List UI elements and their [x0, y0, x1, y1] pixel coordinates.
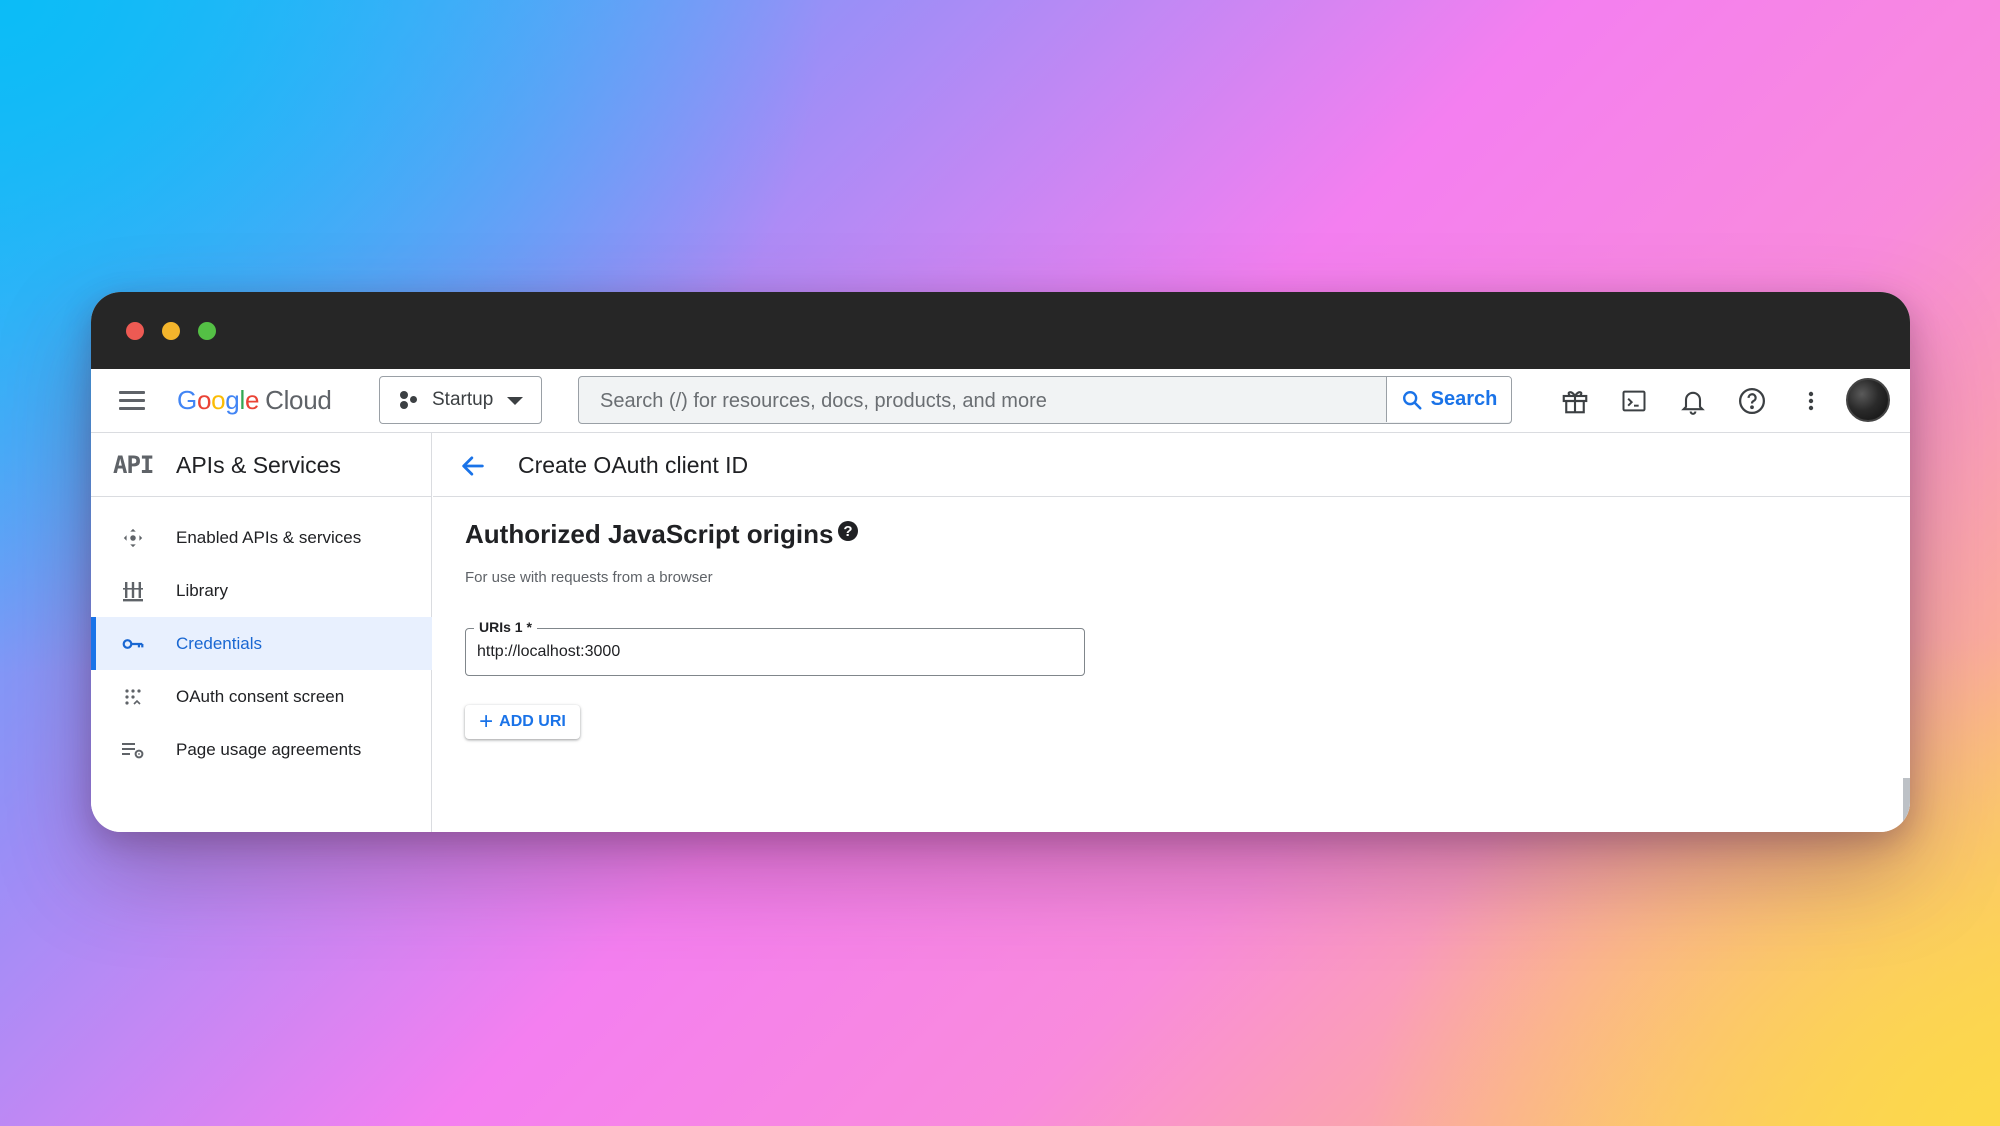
project-selector[interactable]: Startup	[379, 376, 542, 424]
logo-letter: o	[196, 385, 212, 415]
sidebar-item-label: OAuth consent screen	[176, 687, 345, 706]
sidebar-item-label: Library	[176, 581, 228, 600]
sidebar-item-label: Enabled APIs & services	[176, 528, 362, 547]
page-header: Create OAuth client ID	[433, 433, 1910, 497]
logo-letter: G	[177, 385, 197, 415]
sidebar-item-library[interactable]: Library	[91, 564, 432, 617]
sidebar-item-label: Page usage agreements	[176, 740, 362, 759]
project-icon	[398, 389, 420, 411]
uri-field[interactable]: URIs 1 * http://localhost:3000	[465, 619, 1085, 676]
search-input[interactable]: Search (/) for resources, docs, products…	[600, 390, 1047, 413]
hamburger-menu-icon[interactable]	[119, 389, 147, 413]
cloud-shell-icon[interactable]	[1618, 385, 1650, 417]
sidebar-item-oauth-consent[interactable]: OAuth consent screen	[91, 670, 432, 723]
gift-icon[interactable]	[1559, 385, 1591, 417]
google-cloud-logo[interactable]: Google Cloud	[177, 385, 332, 416]
window-titlebar	[91, 292, 1910, 369]
scrollbar[interactable]	[1903, 778, 1910, 832]
section-hint: For use with requests from a browser	[465, 569, 713, 586]
search-button-label: Search	[1430, 388, 1498, 410]
sidebar-title: APIs & Services	[176, 452, 341, 478]
maximize-window-button[interactable]	[198, 322, 216, 340]
consent-icon	[121, 685, 145, 709]
enabled-apis-icon	[121, 526, 145, 550]
section-title: Authorized JavaScript origins	[465, 519, 834, 549]
logo-letter: o	[211, 385, 226, 415]
sidebar-item-label: Credentials	[176, 634, 262, 653]
key-icon	[121, 632, 145, 656]
uri-field-label: URIs 1 *	[474, 619, 537, 635]
settings-list-icon	[121, 738, 145, 762]
logo-product-name: Cloud	[265, 385, 332, 415]
sidebar-item-credentials[interactable]: Credentials	[91, 617, 432, 670]
project-name: Startup	[432, 389, 494, 410]
main-content: Create OAuth client ID Authorized JavaSc…	[433, 433, 1910, 832]
search-button[interactable]: Search	[1386, 377, 1511, 422]
top-app-bar: Google Cloud Startup Search (/) for resou…	[91, 369, 1910, 433]
add-uri-button[interactable]: + ADD URI	[465, 705, 580, 739]
help-icon[interactable]	[1736, 385, 1768, 417]
sidebar-item-page-usage[interactable]: Page usage agreements	[91, 723, 432, 776]
search-icon	[1402, 390, 1422, 410]
chevron-down-icon	[507, 397, 523, 405]
library-icon	[121, 579, 145, 603]
logo-letter: e	[244, 385, 260, 415]
notifications-icon[interactable]	[1677, 385, 1709, 417]
minimize-window-button[interactable]	[162, 322, 180, 340]
logo-letter: g	[225, 385, 240, 415]
plus-icon: +	[479, 708, 494, 735]
browser-window: Google Cloud Startup Search (/) for resou…	[91, 292, 1910, 832]
close-window-button[interactable]	[126, 322, 144, 340]
sidebar-item-enabled-apis[interactable]: Enabled APIs & services	[91, 511, 432, 564]
page-title: Create OAuth client ID	[518, 452, 749, 478]
sidebar-header: API APIs & Services	[91, 433, 431, 497]
add-uri-label: ADD URI	[499, 713, 566, 730]
help-icon[interactable]: ?	[838, 521, 858, 541]
sidebar: API APIs & Services Enabled APIs & servi…	[91, 433, 432, 832]
api-badge: API	[113, 451, 154, 479]
search-bar[interactable]: Search (/) for resources, docs, products…	[578, 376, 1512, 424]
back-arrow-icon[interactable]	[459, 452, 487, 480]
avatar[interactable]	[1846, 378, 1890, 422]
uri-input[interactable]: http://localhost:3000	[477, 643, 620, 661]
more-vert-icon[interactable]	[1795, 385, 1827, 417]
